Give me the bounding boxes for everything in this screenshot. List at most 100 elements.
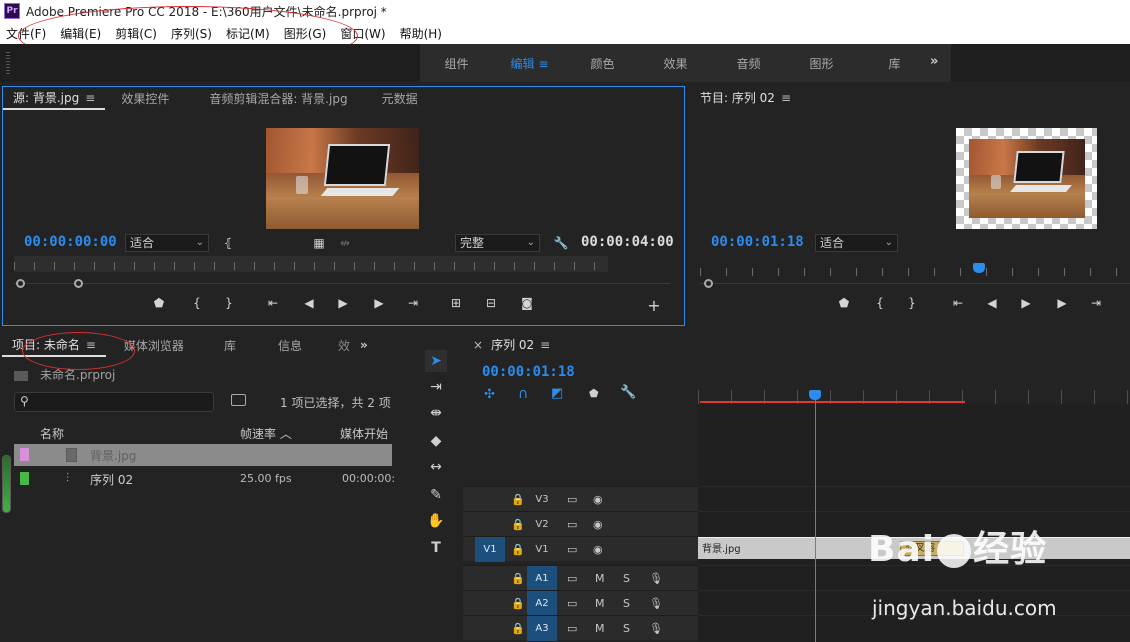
lock-icon[interactable]: 🔒 bbox=[511, 566, 525, 591]
workspace-assembly[interactable]: 组件 bbox=[420, 55, 493, 72]
menu-help[interactable]: 帮助(H) bbox=[400, 25, 442, 42]
track-lane-v3[interactable] bbox=[698, 486, 1130, 511]
step-forward-icon[interactable]: ▶︎ bbox=[1052, 296, 1072, 310]
menu-sequence[interactable]: 序列(S) bbox=[171, 25, 212, 42]
program-zoom-scrollbar[interactable] bbox=[700, 279, 1130, 293]
sync-lock-icon[interactable]: ▭ bbox=[567, 487, 577, 512]
menu-marker[interactable]: 标记(M) bbox=[226, 25, 270, 42]
tab-project[interactable]: 项目: 未命名 ≡ bbox=[2, 336, 106, 357]
scroll-knob-left[interactable] bbox=[16, 279, 25, 288]
selection-tool-icon[interactable]: ➤ bbox=[425, 350, 447, 372]
play-icon[interactable]: ▶︎ bbox=[1016, 296, 1036, 310]
menu-graphics[interactable]: 图形(G) bbox=[284, 25, 327, 42]
workspace-editing[interactable]: 编辑 ≡ bbox=[493, 55, 566, 72]
drag-audio-icon[interactable]: ↮ bbox=[336, 235, 354, 251]
work-area-bar[interactable] bbox=[700, 401, 965, 403]
source-fit-select[interactable]: 适合 ⌄ bbox=[125, 234, 209, 252]
type-tool-icon[interactable]: T bbox=[425, 537, 447, 559]
mark-in-icon[interactable]: { bbox=[187, 296, 207, 310]
lock-icon[interactable]: 🔒 bbox=[511, 616, 525, 641]
close-icon[interactable]: × bbox=[473, 338, 483, 352]
hamburger-icon[interactable]: ≡ bbox=[781, 91, 791, 105]
step-back-icon[interactable]: ◀︎ bbox=[299, 296, 319, 310]
eye-icon[interactable]: ◉ bbox=[593, 512, 603, 537]
source-timecode[interactable]: 00:00:00:00 bbox=[24, 234, 117, 250]
project-search-input[interactable]: ⚲ bbox=[14, 392, 214, 412]
track-select-tool-icon[interactable]: ⇥ bbox=[425, 376, 447, 398]
sync-lock-icon[interactable]: ▭ bbox=[567, 591, 577, 616]
workspace-color[interactable]: 颜色 bbox=[566, 55, 639, 72]
mute-icon[interactable]: M bbox=[595, 591, 605, 616]
mark-out-icon[interactable]: } bbox=[219, 296, 239, 310]
track-target-a1[interactable]: A1 bbox=[527, 566, 557, 591]
new-bin-icon[interactable] bbox=[231, 394, 246, 406]
linked-selection-icon[interactable]: ∩ bbox=[518, 386, 528, 402]
solo-icon[interactable]: S bbox=[623, 591, 630, 616]
program-time-ruler[interactable] bbox=[700, 262, 1130, 278]
lock-icon[interactable]: 🔒 bbox=[511, 512, 525, 537]
play-icon[interactable]: ▶︎ bbox=[333, 296, 353, 310]
source-time-ruler[interactable] bbox=[14, 256, 608, 272]
hamburger-icon[interactable]: ≡ bbox=[86, 338, 96, 352]
tab-info[interactable]: 信息 bbox=[268, 337, 312, 356]
overwrite-icon[interactable]: ⊟ bbox=[481, 296, 501, 310]
workspace-effects[interactable]: 效果 bbox=[639, 55, 712, 72]
solo-icon[interactable]: S bbox=[623, 616, 630, 641]
track-target-a3[interactable]: A3 bbox=[527, 616, 557, 641]
insert-icon[interactable]: ⊞ bbox=[446, 296, 466, 310]
add-marker-icon[interactable]: ⬟ bbox=[834, 296, 854, 310]
lock-icon[interactable]: 🔒 bbox=[511, 591, 525, 616]
marker-icon[interactable]: ⬟ bbox=[589, 387, 599, 400]
column-fps[interactable]: 帧速率 ︿ bbox=[240, 425, 292, 442]
hamburger-icon[interactable]: ≡ bbox=[538, 57, 548, 71]
tab-libraries[interactable]: 库 bbox=[214, 337, 246, 356]
solo-icon[interactable]: S bbox=[623, 566, 630, 591]
panel-more-icon[interactable]: » bbox=[350, 338, 378, 354]
mark-in-icon[interactable]: { bbox=[870, 296, 890, 310]
workspace-graphics[interactable]: 图形 bbox=[785, 55, 858, 72]
list-item[interactable]: ⫶ 序列 02 25.00 fps 00:00:00:0 bbox=[14, 468, 394, 490]
go-to-in-icon[interactable]: ⇤ bbox=[948, 296, 968, 310]
tab-sequence[interactable]: 序列 02 ≡ bbox=[483, 336, 560, 355]
camera-icon[interactable]: ◙ bbox=[517, 296, 537, 310]
step-back-icon[interactable]: ◀︎ bbox=[982, 296, 1002, 310]
mark-out-icon[interactable]: } bbox=[902, 296, 922, 310]
tab-effects-truncated[interactable]: 效 bbox=[328, 337, 350, 356]
sync-lock-icon[interactable]: ▭ bbox=[567, 566, 577, 591]
add-button-icon[interactable]: + bbox=[644, 296, 664, 315]
sync-lock-icon[interactable]: ▭ bbox=[567, 616, 577, 641]
scroll-knob-right[interactable] bbox=[74, 279, 83, 288]
workspace-audio[interactable]: 音频 bbox=[712, 55, 785, 72]
program-playhead-marker[interactable] bbox=[973, 263, 985, 273]
go-to-out-icon[interactable]: ⇥ bbox=[403, 296, 423, 310]
tab-effect-controls[interactable]: 效果控件 bbox=[111, 90, 179, 109]
go-to-out-icon[interactable]: ⇥ bbox=[1086, 296, 1106, 310]
microphone-icon[interactable]: 🎙 bbox=[649, 616, 663, 641]
lock-icon[interactable]: 🔒 bbox=[511, 537, 525, 562]
sync-lock-icon[interactable]: ▭ bbox=[567, 512, 577, 537]
wrench-icon[interactable]: 🔧 bbox=[620, 385, 636, 400]
sync-lock-icon[interactable]: ▭ bbox=[567, 537, 577, 562]
settings-frame-icon[interactable]: ⦃ bbox=[219, 235, 237, 251]
timeline-timecode[interactable]: 00:00:01:18 bbox=[482, 364, 575, 380]
menu-edit[interactable]: 编辑(E) bbox=[60, 25, 101, 42]
tab-source[interactable]: 源: 背景.jpg ≡ bbox=[3, 89, 106, 110]
grip-handle[interactable] bbox=[6, 52, 10, 74]
mute-icon[interactable]: M bbox=[595, 616, 605, 641]
track-target-v3[interactable]: V3 bbox=[527, 487, 557, 512]
tab-metadata[interactable]: 元数据 bbox=[372, 90, 428, 109]
track-target-v1[interactable]: V1 bbox=[527, 537, 557, 562]
column-media-start[interactable]: 媒体开始 bbox=[340, 425, 396, 442]
source-patch-v1[interactable]: V1 bbox=[475, 537, 505, 562]
scroll-knob-left[interactable] bbox=[704, 279, 713, 288]
eye-icon[interactable]: ◉ bbox=[593, 537, 603, 562]
hand-tool-icon[interactable]: ✋ bbox=[425, 510, 447, 532]
pen-tool-icon[interactable]: ✎ bbox=[425, 484, 447, 506]
menu-window[interactable]: 窗口(W) bbox=[340, 25, 385, 42]
source-quality-select[interactable]: 完整 ⌄ bbox=[455, 234, 540, 252]
program-fit-select[interactable]: 适合 ⌄ bbox=[815, 234, 898, 252]
drag-video-icon[interactable]: ▦ bbox=[310, 235, 328, 251]
razor-tool-icon[interactable]: ◆ bbox=[425, 430, 447, 452]
mute-icon[interactable]: M bbox=[595, 566, 605, 591]
go-to-in-icon[interactable]: ⇤ bbox=[263, 296, 283, 310]
